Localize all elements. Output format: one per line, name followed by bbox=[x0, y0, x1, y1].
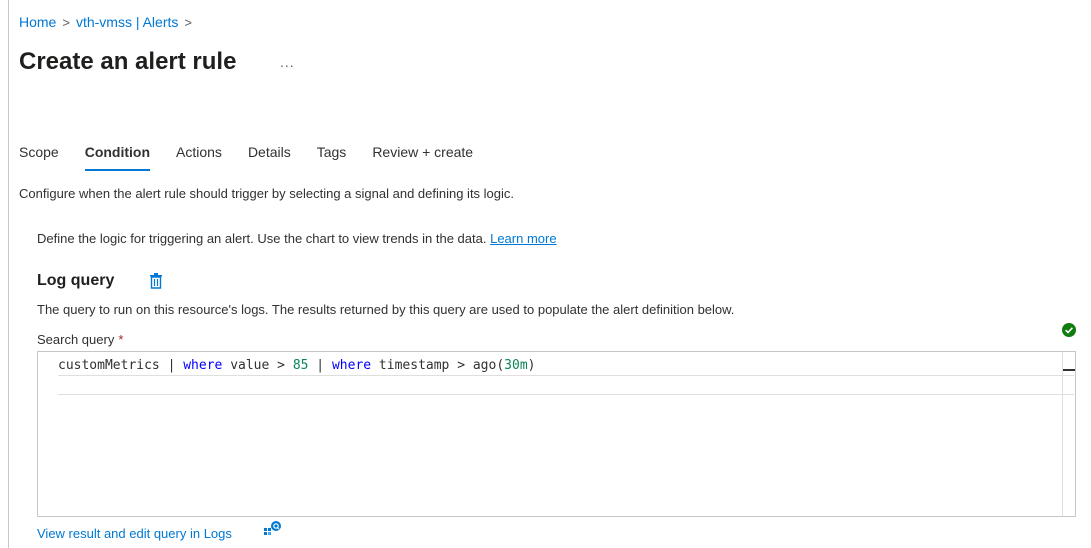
logs-icon[interactable] bbox=[264, 521, 282, 537]
logic-text: Define the logic for triggering an alert… bbox=[37, 231, 487, 246]
trash-icon[interactable] bbox=[149, 273, 163, 289]
query-token: timestamp > ago( bbox=[371, 358, 505, 373]
scrollbar-thumb[interactable] bbox=[1063, 369, 1075, 371]
more-options-button[interactable]: ... bbox=[280, 54, 295, 70]
view-in-logs-link[interactable]: View result and edit query in Logs bbox=[37, 526, 232, 541]
log-query-description: The query to run on this resource's logs… bbox=[37, 302, 735, 317]
breadcrumb-separator: > bbox=[184, 14, 192, 30]
query-keyword: where bbox=[331, 358, 372, 373]
editor-scrollbar[interactable] bbox=[1062, 352, 1075, 516]
condition-intro: Configure when the alert rule should tri… bbox=[19, 186, 515, 201]
search-query-label-text: Search query bbox=[37, 332, 115, 347]
editor-current-line bbox=[58, 375, 1074, 395]
breadcrumb: Home > vth-vmss | Alerts > bbox=[19, 14, 192, 30]
log-query-heading: Log query bbox=[37, 272, 115, 289]
tab-tags[interactable]: Tags bbox=[317, 144, 347, 166]
query-text[interactable]: customMetrics | where value > 85 | where… bbox=[58, 358, 535, 373]
breadcrumb-alerts[interactable]: vth-vmss | Alerts bbox=[76, 14, 178, 30]
query-token: ) bbox=[527, 358, 536, 373]
learn-more-link[interactable]: Learn more bbox=[490, 231, 556, 246]
breadcrumb-separator: > bbox=[62, 14, 70, 30]
tab-review-create[interactable]: Review + create bbox=[372, 144, 473, 166]
query-number: 85 bbox=[292, 358, 309, 373]
tab-scope[interactable]: Scope bbox=[19, 144, 59, 166]
search-query-label: Search query * bbox=[37, 332, 123, 347]
search-query-editor[interactable]: customMetrics | where value > 85 | where… bbox=[37, 351, 1076, 517]
query-keyword: where bbox=[183, 358, 223, 373]
query-token: value > bbox=[222, 358, 293, 373]
tab-details[interactable]: Details bbox=[248, 144, 291, 166]
query-token: customMetrics | bbox=[58, 358, 184, 373]
logic-description: Define the logic for triggering an alert… bbox=[37, 231, 557, 246]
tab-bar: Scope Condition Actions Details Tags Rev… bbox=[19, 144, 499, 171]
query-token: | bbox=[308, 358, 332, 373]
tab-condition[interactable]: Condition bbox=[84, 144, 151, 171]
required-indicator: * bbox=[118, 332, 124, 347]
check-circle-icon bbox=[1062, 323, 1076, 337]
breadcrumb-home[interactable]: Home bbox=[19, 14, 56, 30]
page-title: Create an alert rule bbox=[19, 48, 237, 75]
query-number: 30m bbox=[504, 358, 528, 373]
tab-actions[interactable]: Actions bbox=[176, 144, 222, 166]
